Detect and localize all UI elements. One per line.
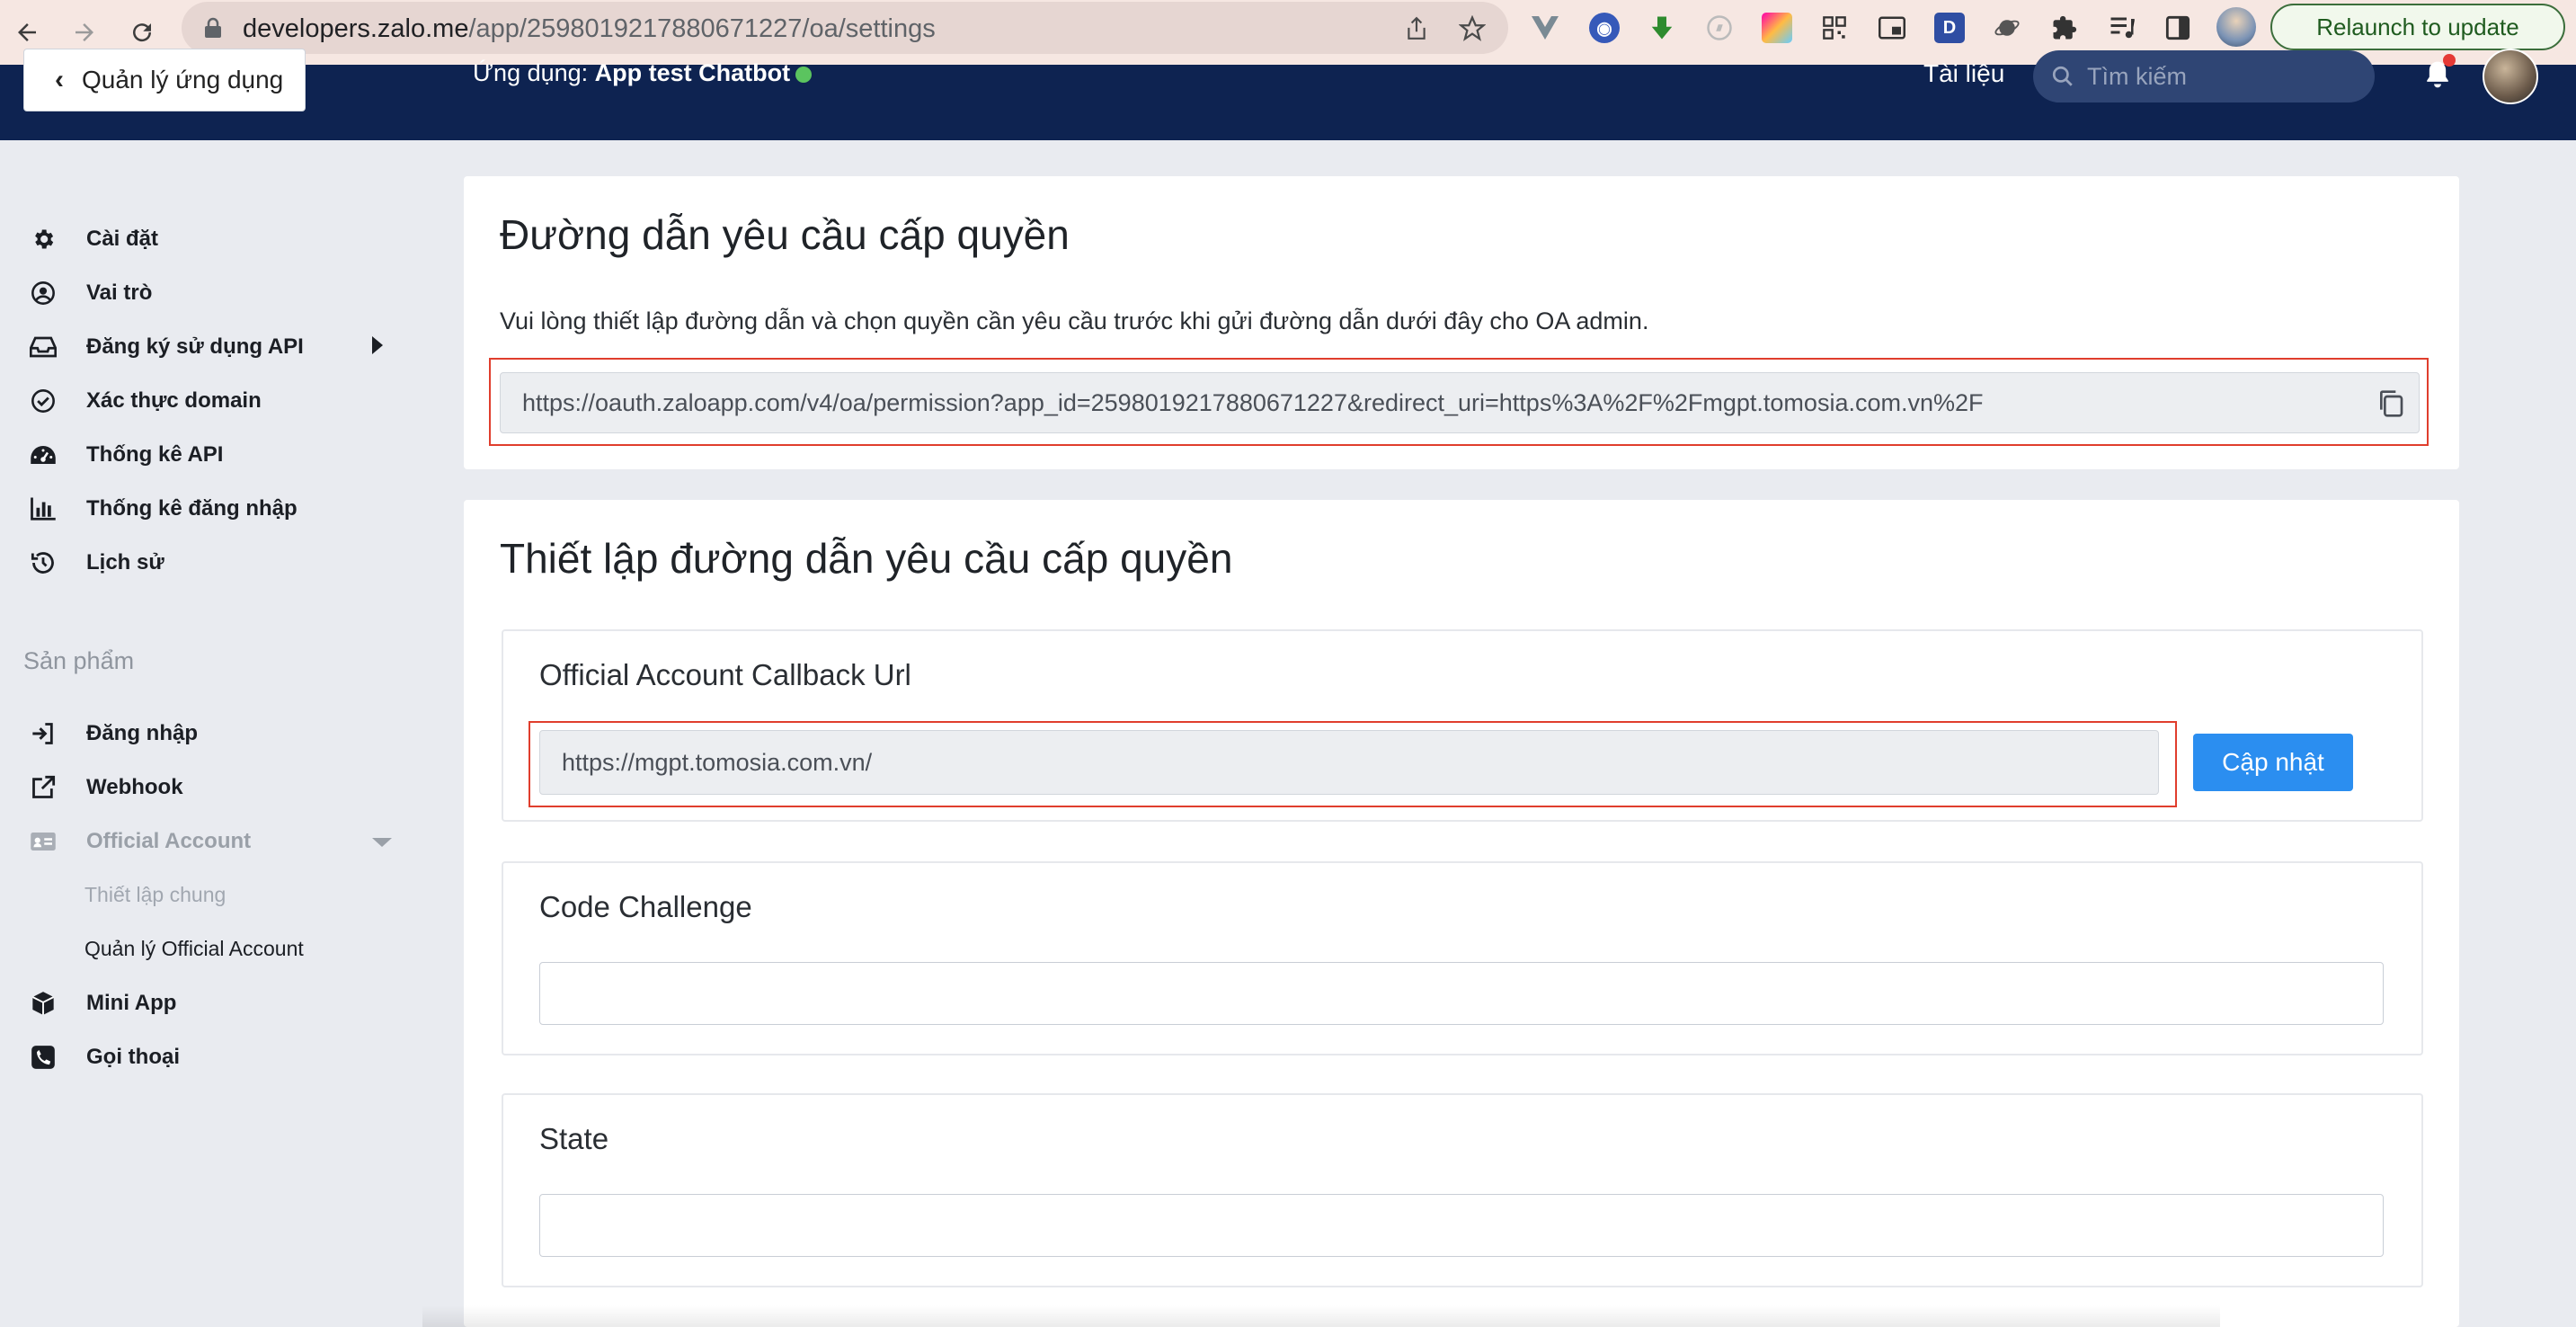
user-avatar[interactable] bbox=[2483, 49, 2538, 104]
permission-card-description: Vui lòng thiết lập đường dẫn và chọn quy… bbox=[500, 307, 1649, 334]
sidebar-subitem-manage-oa[interactable]: Quản lý Official Account bbox=[84, 937, 304, 961]
state-section: State bbox=[502, 1093, 2423, 1287]
callback-url-section: Official Account Callback Url https://mg… bbox=[502, 629, 2423, 822]
qr-code-icon[interactable] bbox=[1819, 13, 1850, 43]
media-queue-icon[interactable] bbox=[2107, 13, 2137, 43]
user-circle-icon bbox=[27, 277, 59, 309]
sidebar-item-webhook[interactable]: Webhook bbox=[27, 768, 183, 807]
sidebar-label: Thống kê đăng nhập bbox=[86, 496, 298, 521]
notification-badge bbox=[2443, 54, 2456, 67]
sidebar-label: Mini App bbox=[86, 991, 177, 1015]
app-name: Ứng dụng: App test Chatbot bbox=[473, 59, 813, 87]
profile-avatar[interactable] bbox=[2216, 7, 2256, 47]
sidebar-label: Webhook bbox=[86, 775, 183, 799]
update-button[interactable]: Cập nhật bbox=[2193, 734, 2353, 791]
online-status-dot bbox=[795, 66, 813, 83]
code-challenge-section: Code Challenge bbox=[502, 861, 2423, 1055]
sidebar-item-api-stats[interactable]: Thống kê API bbox=[27, 435, 223, 475]
download-arrow-icon[interactable] bbox=[1647, 13, 1677, 43]
sidebar-label: Cài đặt bbox=[86, 227, 159, 251]
sidebar-label: Đăng nhập bbox=[86, 721, 198, 745]
sidebar-item-api-registration[interactable]: Đăng ký sử dụng API bbox=[27, 327, 304, 367]
bookmark-star-icon[interactable] bbox=[1456, 13, 1488, 45]
gradient-extension-icon[interactable] bbox=[1762, 13, 1792, 43]
sidebar-label: Vai trò bbox=[86, 281, 153, 305]
manage-apps-button[interactable]: ‹ Quản lý ứng dụng bbox=[23, 49, 306, 111]
notification-bell-icon[interactable] bbox=[2423, 54, 2456, 94]
search-icon bbox=[2052, 66, 2073, 86]
products-section-heading: Sản phẩm bbox=[23, 647, 135, 674]
url-text: developers.zalo.me/app/25980192178806712… bbox=[243, 14, 936, 43]
sidebar-label: Official Account bbox=[86, 829, 252, 853]
compass-extension-icon[interactable] bbox=[1704, 13, 1735, 43]
search-placeholder: Tìm kiếm bbox=[2087, 62, 2187, 90]
d-extension-icon[interactable]: D bbox=[1934, 13, 1965, 43]
sidebar-item-history[interactable]: Lịch sử bbox=[27, 543, 164, 583]
caret-down-icon bbox=[372, 838, 392, 847]
sidebar-label: Xác thực domain bbox=[86, 388, 262, 413]
check-circle-icon bbox=[27, 385, 59, 417]
settings-card-title: Thiết lập đường dẫn yêu cầu cấp quyền bbox=[500, 535, 1233, 582]
dashboard-icon bbox=[27, 439, 59, 471]
sidebar-label: Gọi thoại bbox=[86, 1045, 180, 1069]
sidebar-item-official-account[interactable]: Official Account bbox=[27, 822, 251, 861]
history-icon bbox=[27, 547, 59, 579]
chevron-left-icon: ‹ bbox=[55, 65, 64, 94]
external-link-icon bbox=[27, 771, 59, 804]
id-card-icon bbox=[27, 825, 59, 858]
permission-url-field[interactable]: https://oauth.zaloapp.com/v4/oa/permissi… bbox=[500, 372, 2420, 433]
sidebar-item-roles[interactable]: Vai trò bbox=[27, 273, 152, 313]
side-panel-icon[interactable] bbox=[2163, 13, 2193, 43]
phone-icon bbox=[27, 1041, 59, 1073]
permission-settings-card: Thiết lập đường dẫn yêu cầu cấp quyền Of… bbox=[464, 500, 2459, 1327]
sidebar-label: Thống kê API bbox=[86, 442, 224, 467]
search-input[interactable]: Tìm kiếm bbox=[2033, 50, 2375, 102]
sidebar-item-login-stats[interactable]: Thống kê đăng nhập bbox=[27, 489, 298, 529]
sidebar-subitem-general-settings[interactable]: Thiết lập chung bbox=[84, 883, 226, 907]
planet-extension-icon[interactable] bbox=[1992, 13, 2022, 43]
sidebar: Cài đặt Vai trò Đăng ký sử dụng API Xác … bbox=[0, 140, 422, 1327]
sidebar-item-login[interactable]: Đăng nhập bbox=[27, 714, 198, 753]
relaunch-button[interactable]: Relaunch to update bbox=[2270, 4, 2565, 50]
sign-in-icon bbox=[27, 717, 59, 750]
puzzle-extensions-icon[interactable] bbox=[2049, 13, 2080, 43]
vuejs-extension-icon[interactable] bbox=[1530, 13, 1560, 43]
manage-apps-label: Quản lý ứng dụng bbox=[82, 66, 284, 94]
picture-in-picture-icon[interactable] bbox=[1877, 13, 1907, 43]
code-challenge-input[interactable] bbox=[539, 962, 2384, 1025]
permission-card-title: Đường dẫn yêu cầu cấp quyền bbox=[500, 211, 1070, 258]
cube-icon bbox=[27, 987, 59, 1020]
bottom-shadow bbox=[422, 1305, 2220, 1327]
app-prefix: Ứng dụng: bbox=[473, 59, 595, 86]
sidebar-label: Lịch sử bbox=[86, 550, 164, 574]
sidebar-label: Đăng ký sử dụng API bbox=[86, 334, 304, 359]
gear-icon bbox=[27, 223, 59, 255]
code-challenge-label: Code Challenge bbox=[539, 890, 752, 923]
docs-link[interactable]: Tài liệu bbox=[1923, 59, 2004, 88]
copy-icon[interactable] bbox=[2377, 389, 2404, 424]
sidebar-item-mini-app[interactable]: Mini App bbox=[27, 984, 176, 1023]
lock-icon bbox=[203, 17, 223, 43]
globe-extension-icon[interactable]: ◉ bbox=[1589, 13, 1620, 43]
bar-chart-icon bbox=[27, 493, 59, 525]
permission-url-card: Đường dẫn yêu cầu cấp quyền Vui lòng thi… bbox=[464, 176, 2459, 469]
state-label: State bbox=[539, 1122, 609, 1155]
inbox-icon bbox=[27, 331, 59, 363]
address-bar[interactable]: developers.zalo.me/app/25980192178806712… bbox=[182, 2, 1508, 54]
sidebar-item-verify-domain[interactable]: Xác thực domain bbox=[27, 381, 262, 421]
callback-url-label: Official Account Callback Url bbox=[539, 658, 911, 691]
sidebar-item-settings[interactable]: Cài đặt bbox=[27, 219, 158, 259]
sidebar-item-voice-call[interactable]: Gọi thoại bbox=[27, 1038, 180, 1077]
permission-url-text: https://oauth.zaloapp.com/v4/oa/permissi… bbox=[522, 388, 1984, 416]
callback-url-value: https://mgpt.tomosia.com.vn/ bbox=[562, 748, 873, 776]
app-title: App test Chatbot bbox=[594, 59, 791, 86]
share-icon[interactable] bbox=[1400, 13, 1433, 45]
state-input[interactable] bbox=[539, 1194, 2384, 1257]
callback-url-input[interactable]: https://mgpt.tomosia.com.vn/ bbox=[539, 730, 2159, 795]
caret-right-icon bbox=[372, 336, 383, 354]
